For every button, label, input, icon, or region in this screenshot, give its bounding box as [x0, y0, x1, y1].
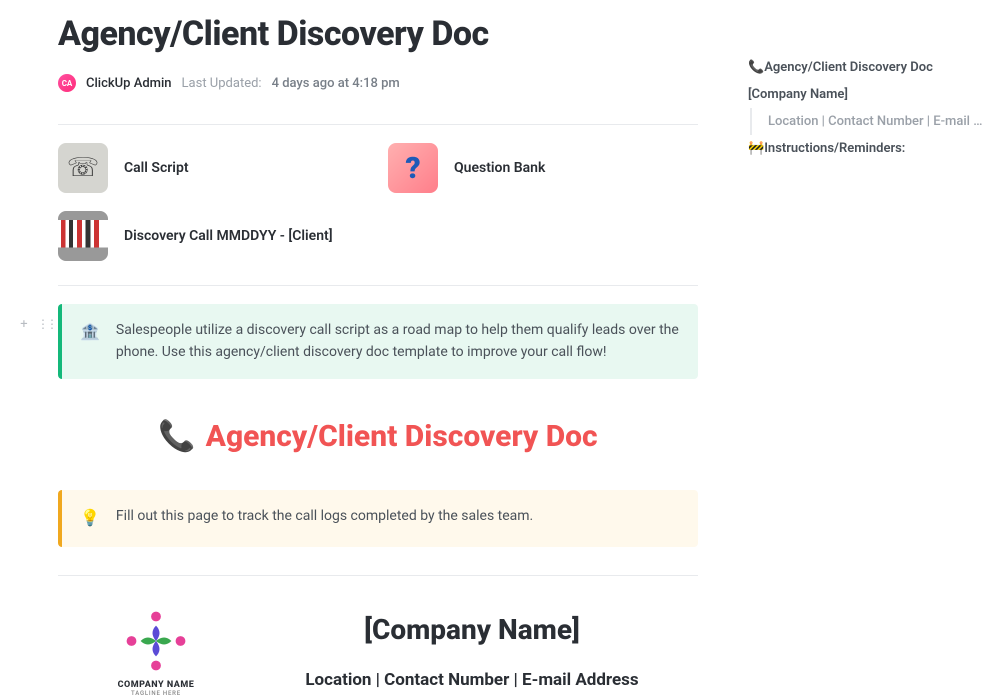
construction-icon: 🚧: [748, 141, 764, 156]
heading-text: Agency/Client Discovery Doc: [206, 419, 598, 454]
byline: CA ClickUp Admin Last Updated: 4 days ag…: [58, 74, 698, 92]
subpage-label: Call Script: [124, 160, 189, 176]
divider: [58, 285, 698, 286]
callout-text: Fill out this page to track the call log…: [116, 506, 533, 531]
page-title[interactable]: Agency/Client Discovery Doc: [58, 14, 698, 54]
subpage-question-bank[interactable]: ? Question Bank: [388, 143, 688, 193]
add-block-button[interactable]: +: [16, 316, 32, 332]
phone-icon: 📞: [158, 419, 195, 454]
block-gutter: +: [16, 316, 54, 332]
subpage-call-script[interactable]: ☏ Call Script: [58, 143, 358, 193]
author-name[interactable]: ClickUp Admin: [86, 76, 172, 91]
updated-value: 4 days ago at 4:18 pm: [272, 76, 400, 91]
divider: [58, 124, 698, 125]
subpage-label: Discovery Call MMDDYY - [Client]: [124, 228, 333, 244]
phone-cord-icon: ☏: [58, 143, 108, 193]
subpage-label: Question Bank: [454, 160, 545, 176]
outline-item[interactable]: 📞Agency/Client Discovery Doc: [748, 54, 988, 81]
company-logo: COMPANY NAME TAGLINE HERE: [96, 606, 216, 697]
tip-callout[interactable]: 💡 Fill out this page to track the call l…: [58, 490, 698, 547]
outline-item[interactable]: Location | Contact Number | E-mail A...: [750, 108, 988, 135]
company-block[interactable]: COMPANY NAME TAGLINE HERE [Company Name]…: [58, 606, 698, 697]
callout-text: Salespeople utilize a discovery call scr…: [116, 320, 680, 363]
logo-tagline: TAGLINE HERE: [96, 690, 216, 697]
bulb-icon: 💡: [80, 506, 100, 531]
outline-label: Agency/Client Discovery Doc: [764, 60, 933, 75]
company-subline[interactable]: Location | Contact Number | E-mail Addre…: [246, 670, 698, 690]
outline-label: Instructions/Reminders:: [764, 141, 905, 156]
phone-icon: 📞: [748, 60, 764, 75]
outline-label: [Company Name]: [748, 87, 848, 102]
outline-item[interactable]: [Company Name]: [748, 81, 988, 108]
intro-callout[interactable]: 🏦 Salespeople utilize a discovery call s…: [58, 304, 698, 379]
outline-item[interactable]: 🚧Instructions/Reminders:: [748, 135, 988, 162]
subpage-discovery-call[interactable]: Discovery Call MMDDYY - [Client]: [58, 211, 358, 261]
logo-text: COMPANY NAME: [96, 680, 216, 690]
drag-handle[interactable]: [38, 316, 54, 332]
question-icon: ?: [388, 143, 438, 193]
author-avatar[interactable]: CA: [58, 74, 76, 92]
racecar-icon: [58, 211, 108, 261]
outline-sidebar: 📞Agency/Client Discovery Doc [Company Na…: [748, 54, 988, 162]
doc-heading[interactable]: 📞 Agency/Client Discovery Doc: [58, 419, 698, 454]
logo-icon: [121, 606, 191, 676]
subpages-grid: ☏ Call Script ? Question Bank Discovery …: [58, 143, 698, 261]
bank-icon: 🏦: [80, 320, 100, 363]
document-main: Agency/Client Discovery Doc CA ClickUp A…: [58, 14, 698, 697]
divider: [58, 575, 698, 576]
company-text: [Company Name] Location | Contact Number…: [246, 613, 698, 690]
company-name[interactable]: [Company Name]: [246, 613, 698, 646]
updated-label: Last Updated:: [182, 76, 262, 91]
outline-label: Location | Contact Number | E-mail A...: [768, 114, 988, 129]
